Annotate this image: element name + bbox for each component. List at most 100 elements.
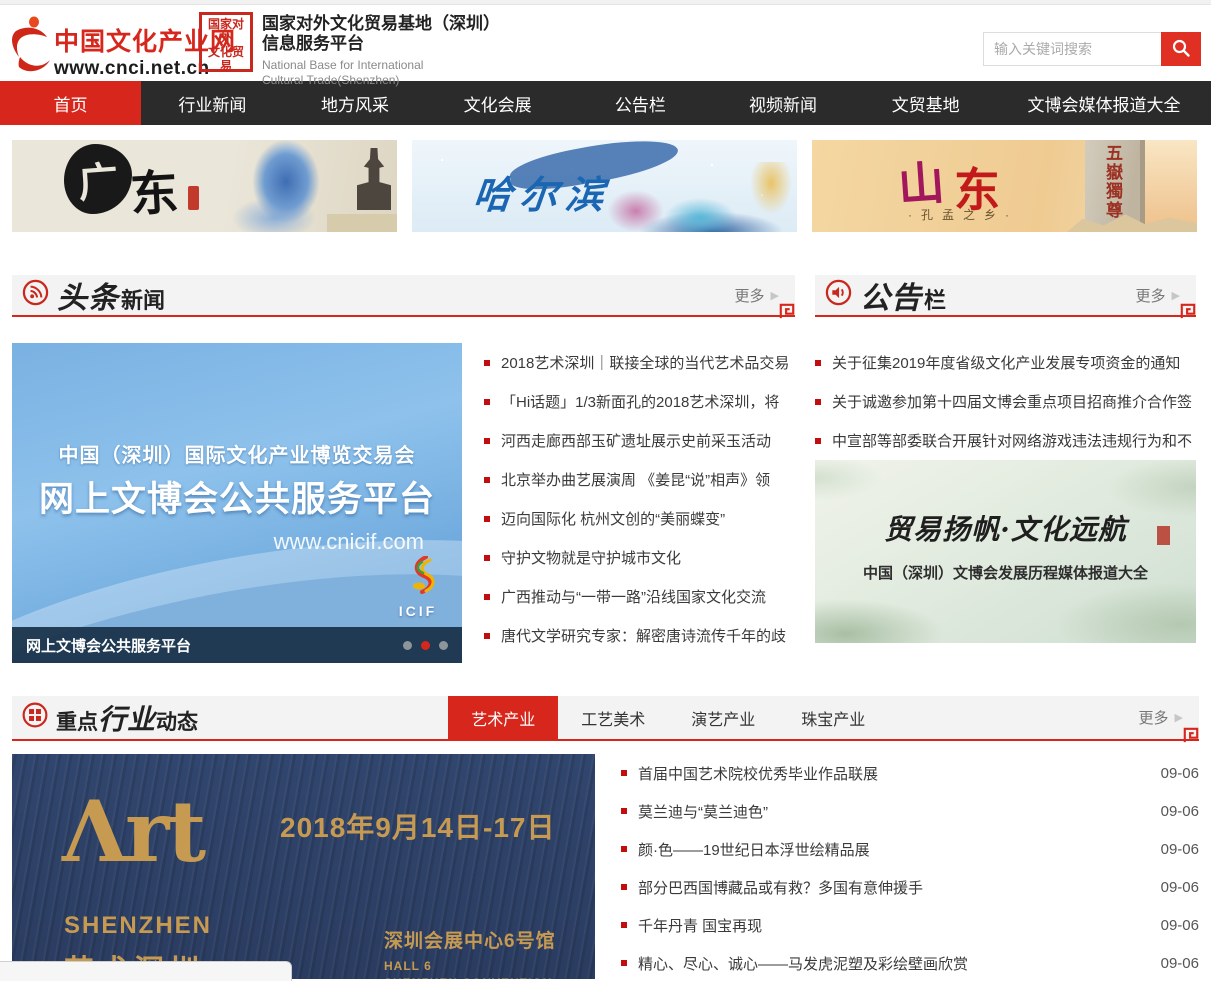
base-title-en: National Base for International Cultural…: [262, 58, 500, 88]
tab-art-industry[interactable]: 艺术产业: [448, 696, 558, 739]
poster-shenzhen: SHENZHEN: [64, 912, 212, 940]
art-shenzhen-poster[interactable]: Λrt SHENZHEN 艺术深圳 2018年9月14日-17日 深圳会展中心6…: [12, 754, 595, 979]
tab-jewelry[interactable]: 珠宝产业: [778, 696, 888, 739]
slider-line2: 网上文博会公共服务平台: [12, 471, 462, 522]
tab-label: 艺术产业: [471, 706, 535, 730]
nav-item-media-reports[interactable]: 文博会媒体报道大全: [997, 81, 1211, 125]
nav-label: 公告栏: [615, 91, 666, 116]
news-item[interactable]: 唐代文学研究专家：解密唐诗流传千年的歧: [484, 616, 795, 655]
seal-line: 国家对外: [203, 17, 249, 45]
news-date: 09-06: [1161, 955, 1199, 972]
banner-char: 广: [76, 149, 120, 210]
industry-news-list: 首届中国艺术院校优秀毕业作品联展09-06 莫兰迪与“莫兰迪色”09-06 颜·…: [595, 754, 1199, 981]
announcement-item[interactable]: 关于征集2019年度省级文化产业发展专项资金的通知: [815, 343, 1196, 382]
announcement-item[interactable]: 中宣部等部委联合开展针对网络游戏违法违规行为和不: [815, 421, 1196, 460]
poster-venue-en-1: HALL 6: [384, 958, 552, 975]
news-title: 「Hi话题」1/3新面孔的2018艺术深圳，将: [501, 391, 795, 412]
news-item[interactable]: 首届中国艺术院校优秀毕业作品联展09-06: [621, 754, 1199, 792]
banner-char: 东: [128, 153, 180, 225]
search-bar: [983, 32, 1201, 66]
section-title-reg: 重点: [56, 706, 98, 736]
slider-dot-2-active[interactable]: [421, 641, 430, 650]
banner-harbin[interactable]: 哈尔滨: [412, 140, 797, 232]
more-label: 更多: [1139, 707, 1169, 728]
slider-url: www.cnicif.com: [274, 529, 424, 555]
banner-guangdong[interactable]: 广 东: [12, 140, 397, 232]
tab-arts-crafts[interactable]: 工艺美术: [558, 696, 668, 739]
news-title: 千年丹青 国宝再现: [638, 915, 1149, 936]
slider-caption-bar: 网上文博会公共服务平台: [12, 627, 462, 663]
more-arrow-icon: [771, 289, 779, 302]
section-title-brush: 公告: [860, 273, 922, 317]
news-item[interactable]: 颜·色——19世纪日本浮世绘精品展 09-06: [621, 830, 1199, 868]
banner-shandong[interactable]: 山 东 ·孔孟之乡· 五嶽獨尊: [812, 140, 1197, 232]
section-title-brush: 头条: [57, 273, 119, 317]
poster-venue-en: HALL 6 SHENZHEN CONVENTION & EXHIBITION …: [384, 958, 552, 979]
news-item[interactable]: 千年丹青 国宝再现09-06: [621, 906, 1199, 944]
news-item[interactable]: 广西推动与“一带一路”沿线国家文化交流: [484, 577, 795, 616]
slider-dot-1[interactable]: [403, 641, 412, 650]
base-title-en-1: National Base for International: [262, 58, 500, 73]
headline-news-list: 2018艺术深圳｜联接全球的当代艺术品交易 「Hi话题」1/3新面孔的2018艺…: [462, 343, 795, 663]
headline-slider[interactable]: 中国（深圳）国际文化产业博览交易会 网上文博会公共服务平台 www.cnicif…: [12, 343, 462, 663]
headline-section: 头条 新闻 更多 中国（深圳）国际文化产业博览交易会 网上文博会公共服务平台 w…: [12, 275, 795, 663]
site-logo-figure-icon[interactable]: [10, 15, 52, 78]
news-item[interactable]: 北京举办曲艺展演周 《姜昆“说”相声》领: [484, 460, 795, 499]
announcement-section: 公告 栏 更多 关于征集2019年度省级文化产业发展专项资金的通知 关于诚邀参加…: [815, 275, 1196, 663]
nav-label: 文博会媒体报道大全: [1028, 91, 1181, 116]
section-title-brush: 行业: [98, 698, 156, 738]
more-label: 更多: [735, 285, 765, 306]
section-title-reg: 新闻: [121, 283, 165, 315]
news-title: 迈向国际化 杭州文创的“美丽蝶变”: [501, 508, 795, 529]
announcement-item[interactable]: 关于诚邀参加第十四届文博会重点项目招商推介合作签: [815, 382, 1196, 421]
news-title: 颜·色——19世纪日本浮世绘精品展: [638, 839, 1149, 860]
search-input[interactable]: [983, 32, 1161, 66]
ink-blob: 广: [64, 144, 132, 214]
nav-item-bulletin[interactable]: 公告栏: [569, 81, 712, 125]
greek-key-ornament: [1180, 303, 1196, 324]
section-title-reg: 栏: [924, 283, 946, 315]
news-item[interactable]: 「Hi话题」1/3新面孔的2018艺术深圳，将: [484, 382, 795, 421]
ink-landscape-art: [815, 460, 1196, 643]
nav-label: 地方风采: [321, 91, 389, 116]
city-skyline-art: [582, 162, 797, 232]
slider-dot-3[interactable]: [439, 641, 448, 650]
news-item[interactable]: 精心、尽心、诚心——马发虎泥塑及彩绘壁画欣赏09-06: [621, 944, 1199, 981]
greek-key-ornament: [779, 303, 795, 324]
stone-monument: 五嶽獨尊: [1085, 140, 1145, 232]
news-item[interactable]: 迈向国际化 杭州文创的“美丽蝶变”: [484, 499, 795, 538]
nav-item-home[interactable]: 首页: [0, 81, 141, 125]
poster-date: 2018年9月14日-17日: [280, 806, 555, 846]
news-item[interactable]: 河西走廊西部玉矿遗址展示史前采玉活动: [484, 421, 795, 460]
icif-history-banner[interactable]: 贸易扬帆·文化远航 中国（深圳）文博会发展历程媒体报道大全: [815, 460, 1196, 643]
statue-silhouette: [357, 148, 391, 210]
news-item[interactable]: 莫兰迪与“莫兰迪色”09-06: [621, 792, 1199, 830]
grid-icon: [22, 702, 48, 733]
news-title: 唐代文学研究专家：解密唐诗流传千年的歧: [501, 625, 795, 646]
more-label: 更多: [1136, 285, 1166, 306]
news-date: 09-06: [1161, 879, 1199, 896]
base-title-cn-1: 国家对外文化贸易基地（深圳）: [262, 14, 500, 34]
banner-title: 哈尔滨: [471, 164, 615, 219]
announcement-title: 关于诚邀参加第十四届文博会重点项目招商推介合作签: [832, 391, 1196, 412]
news-date: 09-06: [1161, 841, 1199, 858]
greek-key-ornament: [1183, 727, 1199, 748]
icif-logo: ICIF: [396, 556, 440, 619]
nav-item-trade-base[interactable]: 文贸基地: [854, 81, 997, 125]
search-button[interactable]: [1161, 32, 1201, 66]
industry-more-link[interactable]: 更多: [1139, 707, 1199, 728]
more-arrow-icon: [1172, 289, 1180, 302]
news-item[interactable]: 2018艺术深圳｜联接全球的当代艺术品交易: [484, 343, 795, 382]
news-item[interactable]: 部分巴西国博藏品或有救？多国有意伸援手 09-06: [621, 868, 1199, 906]
nav-item-video-news[interactable]: 视频新闻: [712, 81, 855, 125]
poster-art-logo: Λrt: [62, 792, 204, 872]
news-title: 2018艺术深圳｜联接全球的当代艺术品交易: [501, 352, 795, 373]
section-title: 重点 行业 动态: [56, 698, 198, 738]
news-title: 部分巴西国博藏品或有救？多国有意伸援手: [638, 877, 1149, 898]
tab-performing-arts[interactable]: 演艺产业: [668, 696, 778, 739]
more-arrow-icon: [1175, 711, 1183, 724]
browser-status-tooltip: [0, 961, 292, 981]
small-red-seal: [188, 186, 199, 210]
announcement-list: 关于征集2019年度省级文化产业发展专项资金的通知 关于诚邀参加第十四届文博会重…: [815, 343, 1196, 460]
news-item[interactable]: 守护文物就是守护城市文化: [484, 538, 795, 577]
